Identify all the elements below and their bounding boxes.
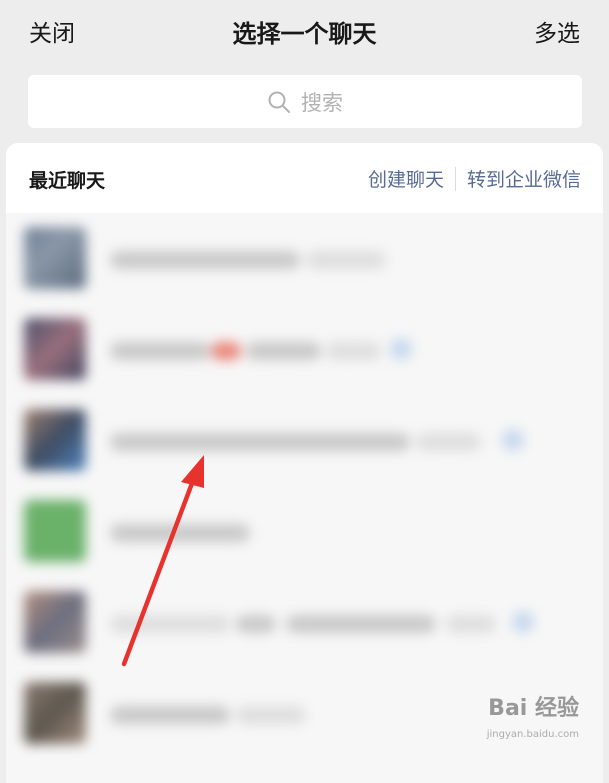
chat-name-redacted — [211, 342, 241, 360]
chat-name-redacted — [110, 615, 230, 633]
avatar — [24, 591, 86, 653]
avatar — [24, 682, 86, 744]
status-icon — [502, 429, 524, 451]
nav-bar: 关闭 选择一个聊天 多选 — [0, 0, 609, 62]
recent-chats-card: 最近聊天 创建聊天 转到企业微信 — [6, 143, 603, 783]
create-chat-link[interactable]: 创建聊天 — [368, 165, 444, 192]
list-item[interactable] — [6, 213, 603, 304]
chat-name-redacted — [306, 251, 386, 269]
watermark-logo: Bai 经验 — [488, 696, 579, 721]
avatar — [24, 227, 86, 289]
page-title: 选择一个聊天 — [232, 20, 377, 48]
chat-name-redacted — [416, 433, 481, 451]
avatar — [24, 318, 86, 380]
search-input[interactable]: 搜索 — [28, 75, 582, 128]
search-icon — [268, 91, 290, 113]
header-actions: 创建聊天 转到企业微信 — [368, 165, 581, 192]
chat-name-redacted — [246, 342, 321, 360]
multi-select-button[interactable]: 多选 — [534, 14, 580, 48]
list-item[interactable] — [6, 577, 603, 668]
list-item[interactable] — [6, 395, 603, 486]
chat-name-redacted — [110, 433, 410, 451]
chat-name-redacted — [110, 342, 210, 360]
recent-chats-label: 最近聊天 — [29, 170, 106, 192]
list-item[interactable] — [6, 304, 603, 395]
recent-chats-header: 最近聊天 创建聊天 转到企业微信 — [6, 143, 603, 213]
transfer-to-wecom-link[interactable]: 转到企业微信 — [467, 165, 581, 192]
chat-name-redacted — [236, 706, 306, 724]
watermark-url: jingyan.baidu.com — [486, 729, 579, 740]
status-icon — [390, 338, 412, 360]
chat-name-redacted — [236, 615, 276, 633]
list-item[interactable] — [6, 486, 603, 577]
chat-name-redacted — [110, 706, 230, 724]
search-placeholder: 搜索 — [301, 90, 343, 115]
recent-chat-list — [6, 213, 603, 759]
chat-name-redacted — [110, 524, 250, 542]
avatar — [24, 500, 86, 562]
avatar — [24, 409, 86, 471]
chat-name-redacted — [286, 615, 436, 633]
chat-name-redacted — [446, 615, 496, 633]
chat-name-redacted — [110, 251, 300, 269]
status-icon — [512, 611, 534, 633]
divider — [454, 166, 456, 191]
chat-name-redacted — [326, 342, 381, 360]
